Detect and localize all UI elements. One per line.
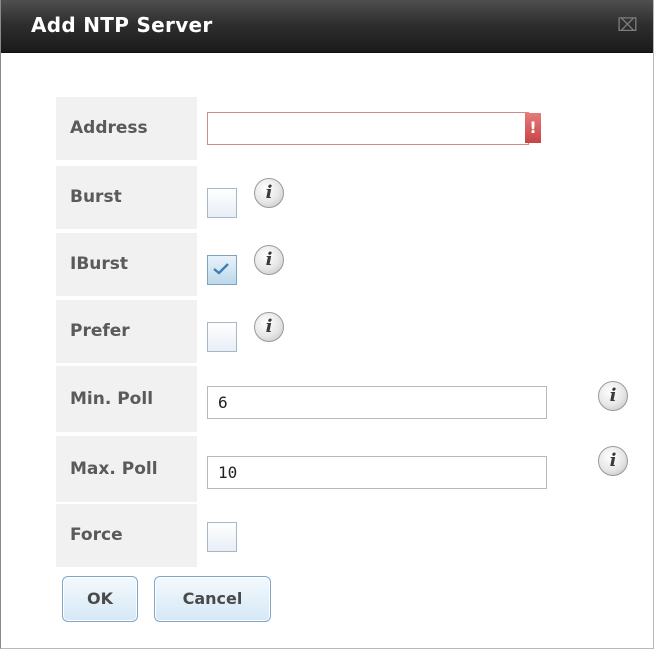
- error-icon: !: [525, 113, 541, 143]
- info-icon[interactable]: i: [598, 381, 628, 411]
- address-row: Address !: [56, 97, 654, 163]
- force-row: Force: [56, 504, 654, 570]
- min-poll-label-cell: Min. Poll: [56, 366, 197, 435]
- prefer-label: Prefer: [70, 321, 130, 341]
- force-checkbox[interactable]: [207, 522, 237, 552]
- cancel-button[interactable]: Cancel: [154, 576, 271, 622]
- dialog-title: Add NTP Server: [31, 13, 213, 37]
- burst-label-cell: Burst: [56, 166, 197, 232]
- dialog-titlebar[interactable]: Add NTP Server ⌧: [1, 0, 653, 53]
- address-label-cell: Address: [56, 97, 197, 163]
- add-ntp-server-dialog: Add NTP Server ⌧ Address ! Burst i IBurs…: [0, 0, 654, 649]
- info-icon[interactable]: i: [598, 446, 628, 476]
- prefer-row: Prefer i: [56, 300, 654, 366]
- max-poll-label-cell: Max. Poll: [56, 436, 197, 505]
- ok-button[interactable]: OK: [62, 576, 138, 622]
- iburst-label-cell: IBurst: [56, 233, 197, 299]
- iburst-row: IBurst i: [56, 233, 654, 299]
- address-label: Address: [70, 118, 148, 138]
- checkmark-icon: [213, 263, 229, 275]
- prefer-label-cell: Prefer: [56, 300, 197, 366]
- burst-label: Burst: [70, 187, 122, 207]
- iburst-label: IBurst: [70, 254, 129, 274]
- min-poll-row: Min. Poll 6 i: [56, 366, 654, 435]
- prefer-checkbox[interactable]: [207, 322, 237, 352]
- max-poll-row: Max. Poll 10 i: [56, 436, 654, 505]
- min-poll-input[interactable]: 6: [207, 386, 547, 419]
- max-poll-input[interactable]: 10: [207, 456, 547, 489]
- info-icon[interactable]: i: [254, 245, 284, 275]
- force-label: Force: [70, 525, 123, 545]
- info-icon[interactable]: i: [254, 312, 284, 342]
- address-input[interactable]: [207, 112, 529, 145]
- close-icon[interactable]: ⌧: [617, 16, 638, 36]
- min-poll-label: Min. Poll: [70, 389, 154, 409]
- burst-checkbox[interactable]: [207, 188, 237, 218]
- iburst-checkbox[interactable]: [207, 255, 237, 285]
- max-poll-label: Max. Poll: [70, 459, 158, 479]
- info-icon[interactable]: i: [254, 178, 284, 208]
- force-label-cell: Force: [56, 504, 197, 570]
- burst-row: Burst i: [56, 166, 654, 232]
